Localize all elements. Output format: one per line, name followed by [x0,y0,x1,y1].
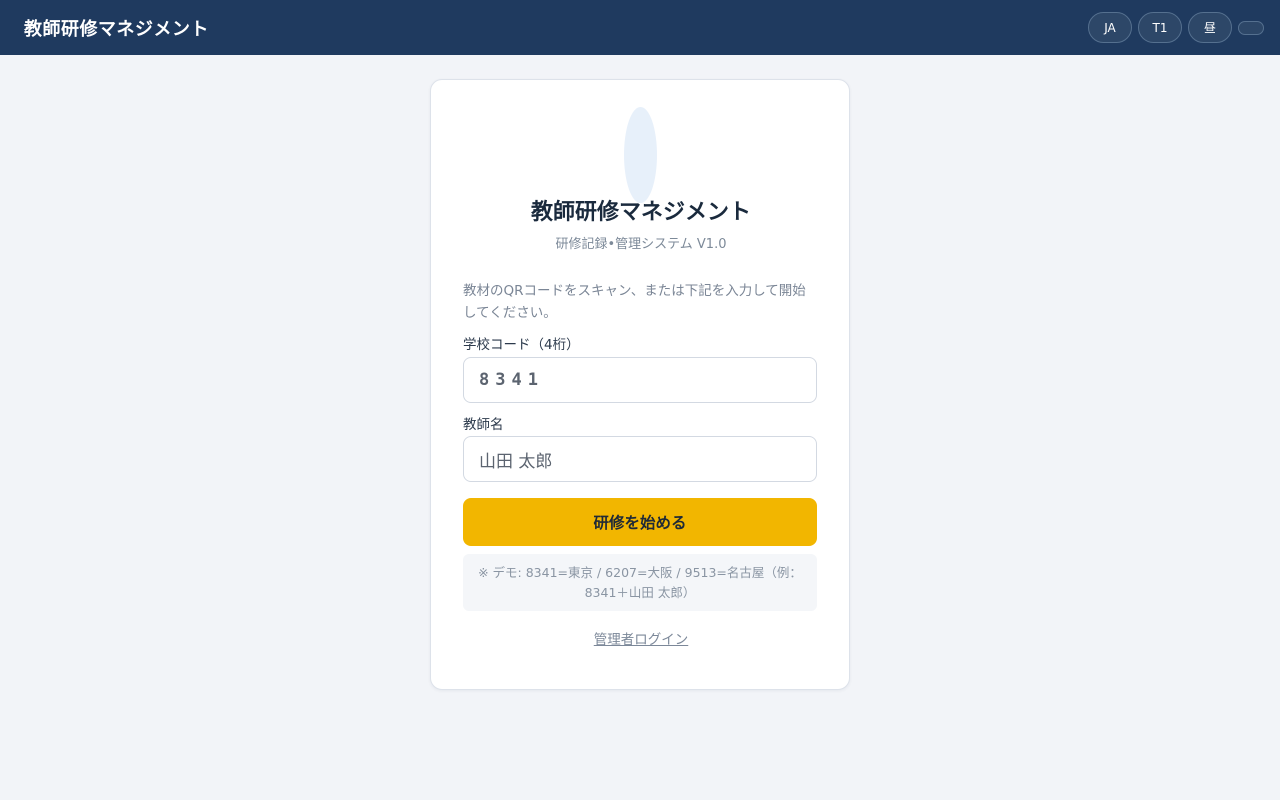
school-code-input[interactable]: 8341 [463,357,817,403]
login-card: 教師研修マネジメント 研修記録•管理システム V1.0 教材のQRコードをスキャ… [430,79,850,690]
toggle-button[interactable] [1238,20,1264,35]
instructions-text: 教材のQRコードをスキャン、または下記を入力して開始してください。 [463,283,806,321]
logo-icon [624,107,657,203]
teacher-name-input[interactable]: 山田 太郎 [463,436,817,482]
text-size-button[interactable]: T1 [1138,12,1182,43]
language-button[interactable]: JA [1088,12,1132,43]
card-subtitle: 研修記録•管理システム V1.0 [555,237,727,252]
start-training-button[interactable]: 研修を始める [463,498,817,546]
demo-note: ※ デモ: 8341=東京 / 6207=大阪 / 9513=名古屋（例：834… [463,554,817,611]
top-bar: 教師研修マネジメント JA T1 昼 [0,0,1280,55]
top-controls: JA T1 昼 [1088,12,1264,43]
app-title: 教師研修マネジメント [24,18,209,40]
theme-button[interactable]: 昼 [1188,12,1232,43]
school-code-label: 学校コード（4桁） [463,337,580,353]
admin-login-link[interactable]: 管理者ログイン [431,628,851,648]
teacher-name-label: 教師名 [463,417,504,433]
card-title: 教師研修マネジメント [530,200,751,225]
